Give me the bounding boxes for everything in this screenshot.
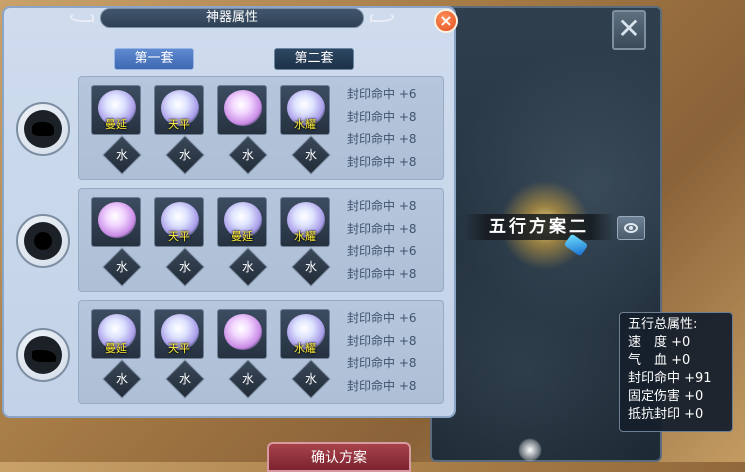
element-badge: 水 bbox=[102, 247, 142, 287]
artifact-orb-icon bbox=[98, 202, 136, 238]
element-badge: 水 bbox=[102, 135, 142, 175]
scheme-label: 五行方案二 bbox=[464, 214, 614, 240]
element-badge: 水 bbox=[228, 359, 268, 399]
artifact-item[interactable] bbox=[91, 197, 141, 247]
artifact-orb-icon bbox=[224, 314, 262, 350]
artifact-item[interactable] bbox=[217, 309, 267, 359]
element-badge: 水 bbox=[165, 359, 205, 399]
total-attributes-tooltip: 五行总属性: 速 度 +0 气 血 +0 封印命中 +91 固定伤害 +0 抵抗… bbox=[619, 312, 733, 432]
confirm-scheme-button[interactable]: 确认方案 bbox=[267, 442, 411, 472]
attribute-row: 封印命中 +8 bbox=[347, 132, 417, 147]
attribute-row: 封印命中 +8 bbox=[347, 333, 417, 348]
element-badge: 水 bbox=[291, 135, 331, 175]
attribute-row: 封印命中 +8 bbox=[347, 379, 417, 394]
swirl-left-icon bbox=[70, 12, 94, 22]
artifact-item[interactable]: 曼延 bbox=[217, 197, 267, 247]
hat-icon bbox=[32, 122, 54, 136]
item-tag: 天平 bbox=[168, 342, 190, 355]
attribute-list: 封印命中 +8 封印命中 +8 封印命中 +6 封印命中 +8 bbox=[347, 195, 443, 286]
artifact-item[interactable]: 天平 bbox=[154, 197, 204, 247]
artifact-group: 曼延 天平 水耀 水 水 水 水 封印命中 +6 封印命中 +8 封印命中 +8… bbox=[78, 76, 444, 180]
artifact-group: 曼延 天平 水耀 水 水 水 水 封印命中 +6 封印命中 +8 封印命中 +8… bbox=[78, 300, 444, 404]
armor-icon bbox=[34, 232, 52, 250]
total-row: 速 度 +0 bbox=[628, 335, 691, 350]
attribute-list: 封印命中 +6 封印命中 +8 封印命中 +8 封印命中 +8 bbox=[347, 83, 443, 174]
artifact-item[interactable]: 水耀 bbox=[280, 197, 330, 247]
artifact-item[interactable]: 水耀 bbox=[280, 309, 330, 359]
total-title: 五行总属性: bbox=[628, 317, 698, 332]
item-tag: 曼延 bbox=[105, 118, 127, 131]
item-tag: 天平 bbox=[168, 118, 190, 131]
element-badge: 水 bbox=[165, 135, 205, 175]
attribute-row: 封印命中 +8 bbox=[347, 155, 417, 170]
attribute-row: 封印命中 +6 bbox=[347, 311, 417, 325]
item-tag: 水耀 bbox=[294, 342, 316, 355]
boots-icon bbox=[32, 350, 56, 362]
attribute-row: 封印命中 +8 bbox=[347, 199, 417, 213]
total-row: 固定伤害 +0 bbox=[628, 389, 704, 404]
attribute-row: 封印命中 +8 bbox=[347, 221, 417, 236]
attribute-row: 封印命中 +8 bbox=[347, 356, 417, 371]
item-tag: 天平 bbox=[168, 230, 190, 243]
swirl-right-icon bbox=[370, 12, 394, 22]
slot-icon-3[interactable] bbox=[16, 328, 70, 382]
element-badge: 水 bbox=[228, 135, 268, 175]
dialog-title-bar: 神器属性 bbox=[100, 8, 364, 28]
floor-light-icon bbox=[518, 438, 542, 462]
item-tag: 曼延 bbox=[105, 342, 127, 355]
total-row: 封印命中 +91 bbox=[628, 371, 712, 386]
slot-icon-2[interactable] bbox=[16, 214, 70, 268]
attribute-row: 封印命中 +6 bbox=[347, 87, 417, 101]
artifact-item[interactable]: 曼延 bbox=[91, 309, 141, 359]
tab-set-2[interactable]: 第二套 bbox=[274, 48, 354, 70]
element-badge: 水 bbox=[228, 247, 268, 287]
close-button[interactable]: × bbox=[434, 9, 458, 33]
element-badge: 水 bbox=[291, 247, 331, 287]
artifact-group: 天平 曼延 水耀 水 水 水 水 封印命中 +8 封印命中 +8 封印命中 +6… bbox=[78, 188, 444, 292]
artifact-item[interactable]: 曼延 bbox=[91, 85, 141, 135]
attribute-list: 封印命中 +6 封印命中 +8 封印命中 +8 封印命中 +8 bbox=[347, 307, 443, 398]
total-row: 气 血 +0 bbox=[628, 353, 691, 368]
attribute-row: 封印命中 +8 bbox=[347, 109, 417, 124]
element-badge: 水 bbox=[102, 359, 142, 399]
attribute-row: 封印命中 +6 bbox=[347, 244, 417, 259]
artifact-item[interactable]: 天平 bbox=[154, 85, 204, 135]
attribute-row: 封印命中 +8 bbox=[347, 267, 417, 282]
item-tag: 曼延 bbox=[231, 230, 253, 243]
total-row: 抵抗封印 +0 bbox=[628, 407, 704, 422]
artifact-item[interactable]: 天平 bbox=[154, 309, 204, 359]
artifact-attributes-dialog: 神器属性 × 第一套 第二套 曼延 天平 水耀 水 水 水 水 封印命中 +6 … bbox=[2, 6, 458, 418]
element-badge: 水 bbox=[291, 359, 331, 399]
background-close-button[interactable]: ✕ bbox=[612, 10, 646, 50]
element-badge: 水 bbox=[165, 247, 205, 287]
item-tag: 水耀 bbox=[294, 230, 316, 243]
view-button[interactable] bbox=[617, 216, 645, 240]
artifact-orb-icon bbox=[224, 90, 262, 126]
artifact-item[interactable]: 水耀 bbox=[280, 85, 330, 135]
artifact-item[interactable] bbox=[217, 85, 267, 135]
eye-icon bbox=[624, 223, 638, 233]
slot-icon-1[interactable] bbox=[16, 102, 70, 156]
item-tag: 水耀 bbox=[294, 118, 316, 131]
tab-set-1[interactable]: 第一套 bbox=[114, 48, 194, 70]
dialog-title: 神器属性 bbox=[205, 10, 258, 25]
